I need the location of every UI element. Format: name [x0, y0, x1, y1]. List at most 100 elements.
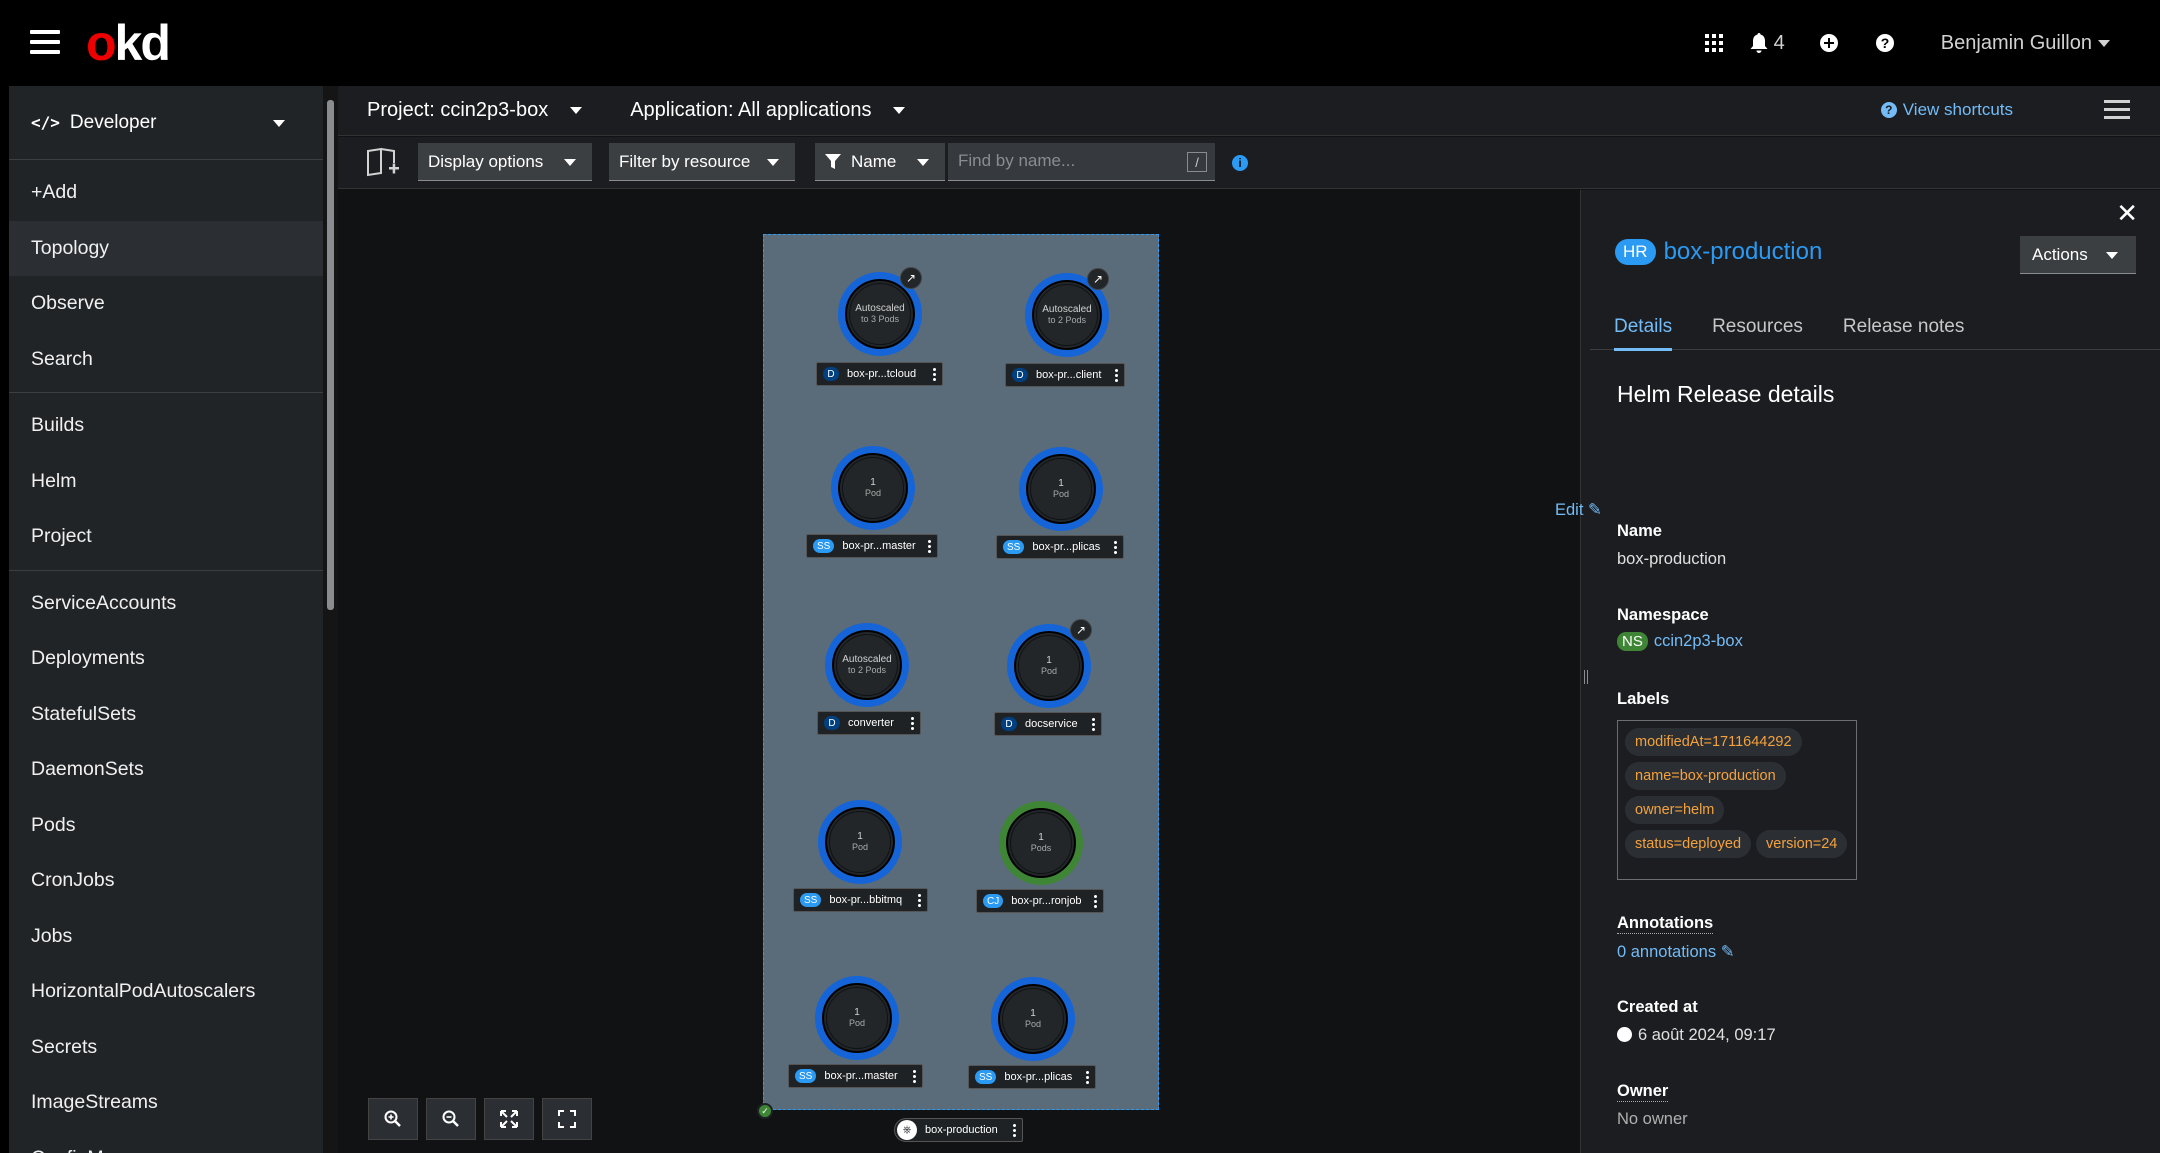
kebab-menu-icon[interactable]: [928, 540, 931, 553]
kebab-menu-icon[interactable]: [1115, 369, 1118, 382]
user-menu-toggle[interactable]: Benjamin Guillon: [1941, 32, 2110, 55]
node-label[interactable]: SS box-pr...plicas: [996, 535, 1124, 559]
sidebar-item-statefulsets[interactable]: StatefulSets: [9, 687, 323, 743]
perspective-switcher[interactable]: </> Developer: [9, 86, 323, 160]
help-question-icon[interactable]: ?: [1865, 23, 1905, 63]
reset-view-button[interactable]: [542, 1098, 592, 1140]
kebab-menu-icon[interactable]: [1086, 1071, 1089, 1084]
tab-resources[interactable]: Resources: [1688, 304, 1825, 350]
okd-logo[interactable]: okd: [86, 14, 171, 72]
filter-icon: [825, 153, 841, 169]
add-to-project-book-icon[interactable]: [366, 147, 400, 179]
filter-type-dropdown[interactable]: Name: [815, 143, 945, 181]
open-url-icon[interactable]: ↗: [1070, 619, 1092, 641]
workload-node[interactable]: 1 Pod: [831, 446, 915, 530]
release-name-link[interactable]: box-production: [1664, 238, 1823, 266]
app-launcher-grid-icon[interactable]: [1694, 23, 1734, 63]
find-by-name-field[interactable]: /: [948, 143, 1215, 181]
check-circle-icon: ✓: [757, 1103, 773, 1119]
kebab-menu-icon[interactable]: [1092, 718, 1095, 731]
view-shortcuts-link[interactable]: ? View shortcuts: [1880, 100, 2013, 120]
node-label[interactable]: SS box-pr...plicas: [968, 1065, 1096, 1089]
kebab-menu-icon[interactable]: [1114, 541, 1117, 554]
chevron-down-icon: [273, 120, 285, 127]
filter-by-resource-dropdown[interactable]: Filter by resource: [609, 143, 795, 181]
kebab-menu-icon[interactable]: [913, 1070, 916, 1083]
sidebar-item-hpa[interactable]: HorizontalPodAutoscalers: [9, 964, 323, 1020]
workload-node[interactable]: Autoscaled to 2 Pods: [825, 623, 909, 707]
sidebar-item-add[interactable]: +Add: [9, 165, 323, 221]
workload-node[interactable]: 1 Pod: [815, 976, 899, 1060]
sidebar-item-helm[interactable]: Helm: [9, 454, 323, 510]
fit-to-screen-button[interactable]: [484, 1098, 534, 1140]
svg-text:?: ?: [1881, 35, 1890, 51]
sidebar-item-project[interactable]: Project: [9, 509, 323, 565]
sidebar-item-imagestreams[interactable]: ImageStreams: [9, 1075, 323, 1131]
section-title: Helm Release details: [1617, 381, 1835, 407]
actions-dropdown[interactable]: Actions: [2020, 236, 2136, 274]
open-url-icon[interactable]: ↗: [900, 267, 922, 289]
info-icon[interactable]: i: [1232, 155, 1248, 171]
sidebar-item-pods[interactable]: Pods: [9, 798, 323, 854]
tab-details[interactable]: Details: [1590, 304, 1694, 351]
application-selector[interactable]: Application: All applications: [630, 99, 906, 122]
masthead: okd 4 ? Benjamin Guillon: [0, 0, 2160, 86]
annotations-link[interactable]: 0 annotations ✎: [1617, 942, 1735, 962]
open-url-icon[interactable]: ↗: [1087, 268, 1109, 290]
sidebar-item-serviceaccounts[interactable]: ServiceAccounts: [9, 576, 323, 632]
zoom-in-icon: [384, 1110, 401, 1127]
namespace-link[interactable]: ccin2p3-box: [1654, 632, 1743, 650]
sidebar-item-deployments[interactable]: Deployments: [9, 631, 323, 687]
kebab-menu-icon[interactable]: [911, 717, 914, 730]
workload-node[interactable]: 1 Pod: [1019, 447, 1103, 531]
owner-value: No owner: [1617, 1110, 1688, 1128]
sidebar-item-daemonsets[interactable]: DaemonSets: [9, 742, 323, 798]
sidebar-item-search[interactable]: Search: [9, 332, 323, 388]
sidebar-item-builds[interactable]: Builds: [9, 398, 323, 454]
kebab-menu-icon[interactable]: [933, 368, 936, 381]
list-view-icon[interactable]: [2104, 100, 2130, 122]
panel-resize-handle[interactable]: [1580, 190, 1590, 1153]
zoom-out-button[interactable]: [426, 1098, 476, 1140]
label-chip: version=24: [1756, 830, 1848, 858]
node-label[interactable]: Dbox-pr...tcloud: [816, 362, 943, 386]
node-label[interactable]: SS box-pr...bbitmq: [793, 888, 928, 912]
node-label[interactable]: Dconverter: [817, 711, 921, 735]
sidebar-scrollbar-thumb[interactable]: [327, 100, 334, 610]
sidebar-item-jobs[interactable]: Jobs: [9, 909, 323, 965]
workload-node[interactable]: 1 Pod: [991, 977, 1075, 1061]
sidebar-item-configmaps[interactable]: ConfigMaps: [9, 1131, 323, 1153]
kebab-menu-icon[interactable]: [1012, 1124, 1016, 1137]
sidebar-item-observe[interactable]: Observe: [9, 276, 323, 332]
sidebar-item-topology[interactable]: Topology: [9, 220, 323, 276]
label-chip: modifiedAt=1711644292: [1625, 728, 1802, 756]
chevron-down-icon: [917, 159, 929, 166]
node-label[interactable]: SS box-pr...master: [806, 534, 938, 558]
node-label[interactable]: Ddocservice: [994, 712, 1102, 736]
kebab-menu-icon[interactable]: [918, 894, 921, 907]
tab-release-notes[interactable]: Release notes: [1819, 304, 1986, 350]
globe-icon: [1617, 1027, 1632, 1042]
search-input[interactable]: [948, 143, 1178, 179]
close-icon[interactable]: ✕: [2116, 198, 2138, 229]
zoom-in-button[interactable]: [368, 1098, 418, 1140]
quick-create-plus-icon[interactable]: [1809, 23, 1849, 63]
node-label[interactable]: CJ box-pr...ronjob: [976, 889, 1104, 913]
kebab-menu-icon[interactable]: [1094, 895, 1097, 908]
project-selector[interactable]: Project: ccin2p3-box: [367, 99, 583, 122]
edit-labels-link[interactable]: Edit ✎: [1555, 500, 1602, 520]
notifications-button[interactable]: 4: [1750, 32, 1785, 55]
hamburger-menu-icon[interactable]: [30, 30, 60, 56]
owner-label: Owner: [1617, 1082, 1669, 1102]
node-label[interactable]: SS box-pr...master: [788, 1064, 923, 1088]
node-label[interactable]: Dbox-pr...client: [1005, 363, 1125, 387]
group-label[interactable]: ⎈ box-production: [894, 1118, 1023, 1142]
sidebar-item-secrets[interactable]: Secrets: [9, 1020, 323, 1076]
display-options-dropdown[interactable]: Display options: [418, 143, 592, 181]
workload-node[interactable]: 1 Pod: [818, 800, 902, 884]
labels-box: modifiedAt=1711644292 name=box-productio…: [1617, 720, 1857, 880]
sidebar-item-cronjobs[interactable]: CronJobs: [9, 853, 323, 909]
topology-canvas[interactable]: Autoscaled to 3 Pods ↗ Dbox-pr...tcloud A…: [338, 190, 1580, 1153]
namespace-label: Namespace: [1617, 606, 1709, 624]
workload-node[interactable]: 1 Pods: [999, 801, 1083, 885]
